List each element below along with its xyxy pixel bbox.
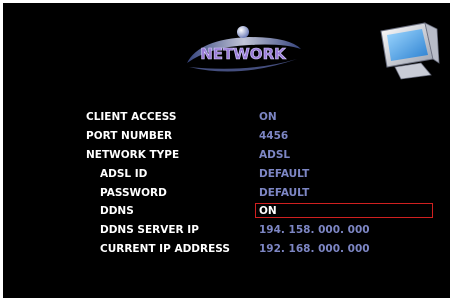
- setting-value: ON: [259, 111, 277, 123]
- setting-label: NETWORK TYPE: [86, 149, 180, 161]
- setting-value-selected[interactable]: ON: [259, 203, 277, 219]
- network-logo: NETWORK: [187, 26, 301, 72]
- setting-label: DDNS: [100, 205, 134, 217]
- setting-value: ADSL: [259, 149, 291, 161]
- network-settings-screen: NETWORK CLIENT ACCESS ON PORT NUMBER 445…: [3, 3, 450, 298]
- setting-label: CLIENT ACCESS: [86, 111, 177, 123]
- setting-value: DEFAULT: [259, 168, 310, 180]
- setting-label: PASSWORD: [100, 187, 167, 199]
- selection-highlight: [255, 203, 433, 218]
- setting-label: PORT NUMBER: [86, 130, 173, 142]
- setting-value: 194. 158. 000. 000: [259, 224, 370, 236]
- monitor-icon: [380, 22, 440, 80]
- setting-value: 4456: [259, 130, 289, 142]
- globe-ball-icon: [237, 26, 249, 38]
- setting-label: CURRENT IP ADDRESS: [100, 243, 230, 255]
- setting-label: ADSL ID: [100, 168, 148, 180]
- setting-value: 192. 168. 000. 000: [259, 243, 370, 255]
- header-title: NETWORK: [200, 45, 287, 63]
- setting-label: DDNS SERVER IP: [100, 224, 199, 236]
- setting-value: DEFAULT: [259, 187, 310, 199]
